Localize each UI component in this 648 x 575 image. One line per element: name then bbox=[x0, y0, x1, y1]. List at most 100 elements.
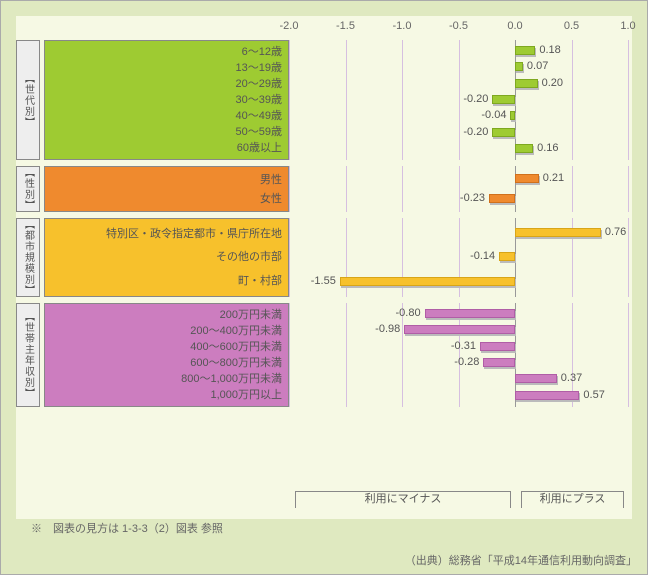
bar-row: 0.37 bbox=[289, 372, 632, 386]
bar-row: -0.80 bbox=[289, 307, 632, 321]
row-label: 6〜12歳 bbox=[45, 44, 282, 60]
row-label: 女性 bbox=[45, 191, 282, 207]
bar-row: -0.20 bbox=[289, 126, 632, 140]
bar bbox=[515, 46, 535, 55]
value-label: -0.28 bbox=[454, 356, 479, 368]
bar bbox=[499, 252, 515, 261]
value-label: -0.98 bbox=[375, 323, 400, 335]
bar-row: 0.07 bbox=[289, 60, 632, 74]
group-name: 【都市規模別】 bbox=[21, 219, 36, 296]
bar bbox=[515, 174, 539, 183]
group-tab: 【性別】 bbox=[16, 166, 40, 212]
group-name: 【性別】 bbox=[21, 167, 36, 211]
row-label: 800〜1,000万円未満 bbox=[45, 371, 282, 387]
plot-area: 【世代別】 6〜12歳13〜19歳20〜29歳30〜39歳40〜49歳50〜59歳… bbox=[16, 40, 632, 489]
group-bars: -0.80 -0.98 -0.31 -0.28 0.37 0.57 bbox=[289, 303, 632, 407]
value-label: 0.07 bbox=[527, 60, 548, 72]
x-axis-top: -2.0 -1.5 -1.0 -0.5 0.0 0.5 1.0 bbox=[16, 16, 632, 41]
group-bars: 0.76 -0.14 -1.55 bbox=[289, 218, 632, 297]
value-label: 0.76 bbox=[605, 226, 626, 238]
group-tab: 【都市規模別】 bbox=[16, 218, 40, 297]
group-tab: 【世帯主年収別】 bbox=[16, 303, 40, 407]
bar bbox=[515, 62, 523, 71]
value-label: 0.21 bbox=[543, 172, 564, 184]
bar-row: 0.18 bbox=[289, 44, 632, 58]
bar-row: -0.31 bbox=[289, 340, 632, 354]
row-label: 男性 bbox=[45, 172, 282, 188]
bar-row: 0.57 bbox=[289, 389, 632, 403]
row-label: 町・村部 bbox=[45, 273, 282, 289]
axis-label-negative: 利用にマイナス bbox=[295, 491, 511, 508]
bar-row: -0.04 bbox=[289, 109, 632, 123]
row-label: 1,000万円以上 bbox=[45, 387, 282, 403]
group-label-column: 200万円未満200〜400万円未満400〜600万円未満600〜800万円未満… bbox=[44, 303, 289, 407]
value-label: 0.37 bbox=[561, 372, 582, 384]
bar-row: -0.98 bbox=[289, 323, 632, 337]
bar bbox=[492, 95, 515, 104]
bar bbox=[483, 358, 515, 367]
row-label: 60歳以上 bbox=[45, 140, 282, 156]
bar-row: 0.76 bbox=[289, 226, 632, 240]
value-label: -0.14 bbox=[470, 250, 495, 262]
bar-row: 0.20 bbox=[289, 77, 632, 91]
x-tick-label: -1.5 bbox=[336, 20, 355, 32]
bar-row: -0.14 bbox=[289, 250, 632, 264]
chart-container: -2.0 -1.5 -1.0 -0.5 0.0 0.5 1.0 【世代別】 6〜12歳13〜1… bbox=[0, 0, 648, 575]
group-label-column: 男性女性 bbox=[44, 166, 289, 212]
value-label: 0.18 bbox=[539, 44, 560, 56]
group-tab: 【世代別】 bbox=[16, 40, 40, 160]
group-bars: 0.21 -0.23 bbox=[289, 166, 632, 212]
bar-row: -0.23 bbox=[289, 192, 632, 206]
bar-row: -0.20 bbox=[289, 93, 632, 107]
source-citation: （出典）総務省「平成14年通信利用動向調査」 bbox=[405, 552, 637, 568]
group-label-column: 6〜12歳13〜19歳20〜29歳30〜39歳40〜49歳50〜59歳60歳以上 bbox=[44, 40, 289, 160]
value-label: 0.16 bbox=[537, 142, 558, 154]
bar bbox=[480, 342, 515, 351]
bar bbox=[515, 79, 538, 88]
row-label: 40〜49歳 bbox=[45, 108, 282, 124]
bar bbox=[404, 325, 515, 334]
group-label-column: 特別区・政令指定都市・県庁所在地その他の市部町・村部 bbox=[44, 218, 289, 297]
row-label: 200万円未満 bbox=[45, 307, 282, 323]
bar bbox=[515, 374, 557, 383]
group-name: 【世代別】 bbox=[21, 73, 36, 128]
bar bbox=[510, 111, 515, 120]
x-tick-label: -1.0 bbox=[393, 20, 412, 32]
x-tick-label: 0.5 bbox=[564, 20, 579, 32]
x-axis-bottom: 利用にマイナス利用にプラス bbox=[16, 491, 632, 519]
x-tick-label: -0.5 bbox=[449, 20, 468, 32]
bar bbox=[489, 194, 515, 203]
bar bbox=[340, 277, 515, 286]
row-label: 特別区・政令指定都市・県庁所在地 bbox=[45, 226, 282, 242]
row-label: 20〜29歳 bbox=[45, 76, 282, 92]
row-label: 400〜600万円未満 bbox=[45, 339, 282, 355]
value-label: -1.55 bbox=[311, 275, 336, 287]
row-label: その他の市部 bbox=[45, 249, 282, 265]
group: 【世帯主年収別】 200万円未満200〜400万円未満400〜600万円未満600… bbox=[16, 303, 632, 407]
value-label: -0.23 bbox=[460, 192, 485, 204]
value-label: -0.31 bbox=[451, 340, 476, 352]
group-name: 【世帯主年収別】 bbox=[21, 311, 36, 399]
row-label: 13〜19歳 bbox=[45, 60, 282, 76]
row-label: 600〜800万円未満 bbox=[45, 355, 282, 371]
chart-inner: -2.0 -1.5 -1.0 -0.5 0.0 0.5 1.0 【世代別】 6〜12歳13〜1… bbox=[16, 16, 632, 519]
bar-row: 0.16 bbox=[289, 142, 632, 156]
value-label: -0.20 bbox=[463, 126, 488, 138]
value-label: -0.80 bbox=[396, 307, 421, 319]
bar bbox=[425, 309, 515, 318]
row-label: 200〜400万円未満 bbox=[45, 323, 282, 339]
x-tick-label: 0.0 bbox=[507, 20, 522, 32]
group-bars: 0.18 0.07 0.20 -0.20 -0.04 -0.20 0.16 bbox=[289, 40, 632, 160]
axis-label-positive: 利用にプラス bbox=[521, 491, 624, 508]
row-label: 30〜39歳 bbox=[45, 92, 282, 108]
bar bbox=[515, 144, 533, 153]
value-label: -0.04 bbox=[481, 109, 506, 121]
bar-row: 0.21 bbox=[289, 172, 632, 186]
value-label: -0.20 bbox=[463, 93, 488, 105]
bar bbox=[515, 228, 601, 237]
bar bbox=[492, 128, 515, 137]
x-tick-label: -2.0 bbox=[280, 20, 299, 32]
bar bbox=[515, 391, 579, 400]
row-label: 50〜59歳 bbox=[45, 124, 282, 140]
x-tick-label: 1.0 bbox=[620, 20, 635, 32]
